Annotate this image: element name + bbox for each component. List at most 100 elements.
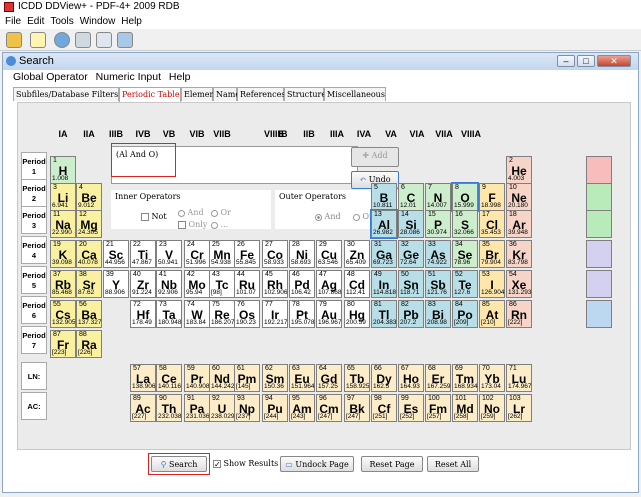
- search-button[interactable]: ⚲ Search: [151, 456, 207, 472]
- element-mn[interactable]: 25 Mn 54.938: [209, 240, 235, 268]
- element-ge[interactable]: 32 Ge 72.64: [398, 240, 424, 268]
- element-no[interactable]: 102 No [259]: [479, 394, 505, 422]
- tab-structures[interactable]: Structures: [284, 87, 330, 101]
- element-sc[interactable]: 21 Sc 44.956: [103, 240, 129, 268]
- element-mg[interactable]: 12 Mg 24.305: [76, 210, 102, 238]
- tab-names[interactable]: Names: [213, 87, 244, 101]
- element-ca[interactable]: 20 Ca 40.078: [76, 240, 102, 268]
- element-ru[interactable]: 44 Ru 101.07: [234, 270, 260, 298]
- element-os[interactable]: 76 Os 190.23: [234, 300, 260, 328]
- element-fm[interactable]: 100 Fm [257]: [425, 394, 451, 422]
- element-sn[interactable]: 50 Sn 118.71: [398, 270, 424, 298]
- undock-page-button[interactable]: ▭ Undock Page: [280, 456, 354, 472]
- element-gd[interactable]: 64 Gd 157.25: [316, 364, 342, 392]
- element-re[interactable]: 75 Re 186.207: [209, 300, 235, 328]
- close-button[interactable]: ✕: [597, 55, 631, 67]
- group-header-viib[interactable]: VIIB: [209, 123, 235, 145]
- element-tl[interactable]: 81 Tl 204.383: [371, 300, 397, 328]
- element-la[interactable]: 57 La 138.906: [130, 364, 156, 392]
- element-hf[interactable]: 72 Hf 178.49: [130, 300, 156, 328]
- element-c[interactable]: 6 C 12.01: [398, 183, 424, 211]
- period-6-label[interactable]: Period 6: [21, 296, 47, 324]
- only-checkbox[interactable]: Only: [178, 220, 207, 229]
- element-cs[interactable]: 55 Cs 132.905: [50, 300, 76, 328]
- element-be[interactable]: 4 Be 9.012: [76, 183, 102, 211]
- element-fr[interactable]: 87 Fr [223]: [50, 330, 76, 358]
- ellipsis-radio[interactable]: ...: [211, 220, 228, 229]
- outer-or-radio[interactable]: Or: [353, 212, 373, 221]
- element-pr[interactable]: 59 Pr 140.908: [184, 364, 210, 392]
- element-ti[interactable]: 22 Ti 47.867: [130, 240, 156, 268]
- menu-window[interactable]: Window: [80, 16, 116, 27]
- element-ir[interactable]: 77 Ir 192.217: [262, 300, 288, 328]
- maximize-button[interactable]: □: [577, 55, 595, 67]
- element-b[interactable]: 5 B 10.811: [371, 183, 397, 211]
- element-s[interactable]: 16 S 32.066: [452, 210, 478, 238]
- period-5-label[interactable]: Period 5: [21, 266, 47, 294]
- element-cl[interactable]: 17 Cl 35.453: [479, 210, 505, 238]
- tab-periodic-table[interactable]: Periodic Table: [119, 87, 181, 102]
- element-th[interactable]: 90 Th 232.038: [156, 394, 182, 422]
- element-lr[interactable]: 103 Lr [262]: [506, 394, 532, 422]
- menu-numeric-input[interactable]: Numeric Input: [96, 71, 161, 83]
- element-bk[interactable]: 97 Bk [247]: [344, 394, 370, 422]
- checklist-icon[interactable]: [30, 32, 46, 48]
- group-header-ia[interactable]: IA: [50, 123, 76, 145]
- element-at[interactable]: 85 At [210]: [479, 300, 505, 328]
- color-legend-swatch[interactable]: [586, 156, 612, 184]
- menu-help-search[interactable]: Help: [169, 71, 191, 83]
- element-mo[interactable]: 42 Mo 95.94: [184, 270, 210, 298]
- element-pt[interactable]: 78 Pt 195.078: [289, 300, 315, 328]
- element-na[interactable]: 11 Na 22.990: [50, 210, 76, 238]
- element-n[interactable]: 7 N 14.007: [425, 183, 451, 211]
- element-zn[interactable]: 30 Zn 65.409: [344, 240, 370, 268]
- group-header-vib[interactable]: VIB: [184, 123, 210, 145]
- element-zr[interactable]: 40 Zr 91.224: [130, 270, 156, 298]
- menu-global-operator[interactable]: Global Operator: [13, 71, 88, 83]
- element-o[interactable]: 8 O 15.999: [451, 182, 479, 212]
- tab-miscellaneous[interactable]: Miscellaneous: [324, 87, 386, 101]
- menu-tools[interactable]: Tools: [50, 16, 73, 27]
- element-u[interactable]: 92 U 238.029: [209, 394, 235, 422]
- element-ar[interactable]: 18 Ar 39.948: [506, 210, 532, 238]
- element-md[interactable]: 101 Md [258]: [452, 394, 478, 422]
- element-w[interactable]: 74 W 183.84: [184, 300, 210, 328]
- element-rn[interactable]: 86 Rn [222]: [506, 300, 532, 328]
- color-legend-swatch[interactable]: [586, 210, 612, 238]
- color-legend-swatch[interactable]: [586, 270, 612, 298]
- element-lu[interactable]: 71 Lu 174.967: [506, 364, 532, 392]
- element-xe[interactable]: 54 Xe 131.293: [506, 270, 532, 298]
- period-1-label[interactable]: Period 1: [21, 152, 47, 180]
- inner-and-radio[interactable]: And: [178, 208, 204, 217]
- element-ne[interactable]: 10 Ne 20.180: [506, 183, 532, 211]
- period-3-label[interactable]: Period 3: [21, 206, 47, 234]
- group-header-viiia[interactable]: VIIIA: [458, 123, 484, 145]
- tab-references[interactable]: References: [237, 87, 285, 101]
- outer-and-radio[interactable]: And: [315, 212, 341, 221]
- element-rb[interactable]: 37 Rb 85.468: [50, 270, 76, 298]
- tools-icon[interactable]: [75, 32, 91, 48]
- element-rh[interactable]: 45 Rh 102.906: [262, 270, 288, 298]
- element-yb[interactable]: 70 Yb 173.04: [479, 364, 505, 392]
- element-er[interactable]: 68 Er 167.259: [425, 364, 451, 392]
- element-k[interactable]: 19 K 39.098: [50, 240, 76, 268]
- element-ra[interactable]: 88 Ra [226]: [76, 330, 102, 358]
- element-i[interactable]: 53 I 126.904: [479, 270, 505, 298]
- element-eu[interactable]: 63 Eu 151.964: [289, 364, 315, 392]
- globe-icon[interactable]: [54, 32, 70, 48]
- element-au[interactable]: 79 Au 196.967: [316, 300, 342, 328]
- element-ac[interactable]: 89 Ac [227]: [130, 394, 156, 422]
- element-ce[interactable]: 58 Ce 140.116: [156, 364, 182, 392]
- element-pu[interactable]: 94 Pu [244]: [262, 394, 288, 422]
- menu-edit[interactable]: Edit: [27, 16, 44, 27]
- group-header-iib[interactable]: IIB: [296, 123, 322, 145]
- add-button[interactable]: ✚ Add: [351, 147, 399, 167]
- menu-help[interactable]: Help: [121, 16, 142, 27]
- menu-file[interactable]: File: [5, 16, 21, 27]
- element-si[interactable]: 14 Si 28.086: [398, 210, 424, 238]
- element-tc[interactable]: 43 Tc [98]: [209, 270, 235, 298]
- element-hg[interactable]: 80 Hg 200.59: [344, 300, 370, 328]
- element-cm[interactable]: 96 Cm [247]: [316, 394, 342, 422]
- element-as[interactable]: 33 As 74.922: [425, 240, 451, 268]
- element-li[interactable]: 3 Li 6.941: [50, 183, 76, 211]
